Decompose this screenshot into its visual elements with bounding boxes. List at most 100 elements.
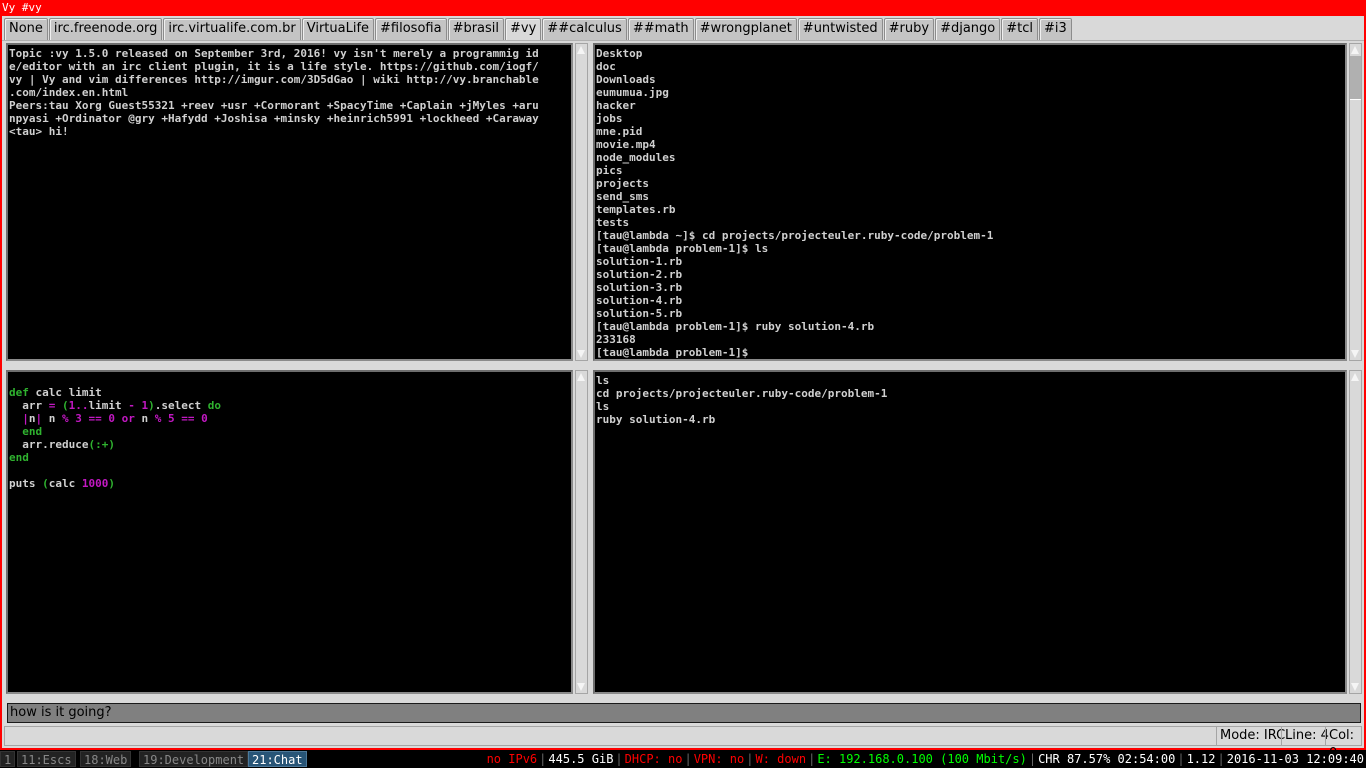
- workspace-button[interactable]: 11:Escs: [17, 751, 76, 767]
- workspace-button[interactable]: 18:Web: [80, 751, 132, 767]
- text-line: Peers:tau Xorg Guest55321 +reev +usr +Co…: [9, 99, 539, 112]
- text-line: doc: [596, 60, 616, 73]
- status-separator: |: [1177, 752, 1185, 766]
- tab-divider: [2, 40, 1364, 41]
- text-line: Desktop: [596, 47, 643, 60]
- status-separator: |: [615, 752, 623, 766]
- text-line: eumumua.jpg: [596, 86, 669, 99]
- code-scrollbar[interactable]: [575, 370, 588, 694]
- text-line: pics: [596, 164, 623, 177]
- status-separator: |: [808, 752, 816, 766]
- scroll-down-icon[interactable]: [1350, 681, 1361, 693]
- scroll-down-icon[interactable]: [576, 681, 587, 693]
- shell-pane[interactable]: Desktop doc Downloads eumumua.jpg hacker jobs…: [593, 43, 1347, 361]
- status-item: 1.12: [1186, 752, 1216, 766]
- tab-brasil[interactable]: #brasil: [447, 18, 505, 40]
- status-separator: |: [1217, 752, 1225, 766]
- irc-pane[interactable]: Topic :vy 1.5.0 released on September 3r…: [6, 43, 573, 361]
- tab-virtualife[interactable]: VirtuaLife: [301, 18, 375, 40]
- tab-none[interactable]: None: [4, 18, 48, 40]
- code-token: 3: [75, 412, 82, 425]
- tab-irc-virtualife-com-br[interactable]: irc.virtualife.com.br: [163, 18, 301, 40]
- status-item: CHR 87.57% 02:54:00: [1038, 752, 1176, 766]
- text-line: .com/index.en.html: [9, 86, 129, 99]
- code-text: def calc limit arr = (1..limit - 1).sele…: [8, 372, 571, 490]
- command-input[interactable]: [10, 705, 1360, 720]
- code-token: ): [148, 399, 155, 412]
- code-token: arr.reduce: [9, 438, 89, 451]
- tab-untwisted[interactable]: #untwisted: [797, 18, 883, 40]
- code-pane[interactable]: def calc limit arr = (1..limit - 1).sele…: [6, 370, 573, 694]
- text-line: node_modules: [596, 151, 676, 164]
- code-token: .select: [154, 399, 208, 412]
- code-token: 0: [201, 412, 208, 425]
- code-token: n: [28, 412, 36, 425]
- tab-ruby[interactable]: #ruby: [883, 18, 935, 40]
- text-line: 233168: [596, 333, 636, 346]
- text-line: [tau@lambda ~]$ cd projects/projecteuler…: [596, 229, 994, 242]
- irc-scrollbar[interactable]: [575, 43, 588, 361]
- code-token: puts: [9, 477, 43, 490]
- code-token: n: [42, 412, 62, 425]
- code-token: (:+): [88, 438, 115, 451]
- tab-wrongplanet[interactable]: #wrongplanet: [694, 18, 797, 40]
- tab-django[interactable]: #django: [935, 18, 1001, 40]
- text-line: movie.mp4: [596, 138, 656, 151]
- workspace-button[interactable]: 1: [0, 751, 16, 767]
- text-line: ruby solution-4.rb: [596, 413, 716, 426]
- tab-filosofia[interactable]: #filosofia: [375, 18, 447, 40]
- scroll-thumb[interactable]: [1350, 56, 1361, 100]
- tab-i3[interactable]: #i3: [1038, 18, 1072, 40]
- code-line: end: [8, 425, 571, 438]
- i3-status-bar: 1 11:Escs 18:Web 19:Development 21:Chat no I…: [0, 750, 1366, 768]
- code-token: 5: [168, 412, 175, 425]
- code-token: ==: [88, 412, 102, 425]
- code-token: do: [207, 399, 221, 412]
- workspace-button[interactable]: 19:Development: [139, 751, 249, 767]
- mode-indicator: Mode: IRC: [1216, 727, 1288, 745]
- tab-tcl[interactable]: #tcl: [1001, 18, 1038, 40]
- scroll-down-icon[interactable]: [576, 348, 587, 360]
- code-token: end: [9, 451, 29, 464]
- status-item: DHCP: no: [624, 752, 683, 766]
- text-line: ls: [596, 400, 610, 413]
- text-line: cd projects/projecteuler.ruby-code/probl…: [596, 387, 888, 400]
- code-token: (: [62, 399, 69, 412]
- code-line: arr = (1..limit - 1).select do: [8, 399, 571, 412]
- code-line: def calc limit: [8, 386, 571, 399]
- shell-scrollbar[interactable]: [1349, 43, 1362, 361]
- history-text: ls cd projects/projecteuler.ruby-code/pro…: [595, 372, 1345, 426]
- text-line: projects: [596, 177, 649, 190]
- code-token: %: [62, 412, 69, 425]
- tab-math[interactable]: ##math: [627, 18, 694, 40]
- scroll-up-icon[interactable]: [1350, 371, 1361, 383]
- scroll-up-icon[interactable]: [1350, 44, 1361, 56]
- tab-irc-freenode-org[interactable]: irc.freenode.org: [48, 18, 163, 40]
- window-title: Vy #vy: [0, 0, 1366, 16]
- code-line: |n| n % 3 == 0 or n % 5 == 0: [8, 412, 571, 425]
- history-pane[interactable]: ls cd projects/projecteuler.ruby-code/pro…: [593, 370, 1347, 694]
- status-separator: |: [684, 752, 692, 766]
- client-area: None irc.freenode.org irc.virtualife.com.b…: [2, 16, 1364, 761]
- history-scrollbar[interactable]: [1349, 370, 1362, 694]
- irc-text: Topic :vy 1.5.0 released on September 3r…: [8, 45, 571, 138]
- command-input-box[interactable]: [7, 703, 1361, 723]
- text-line: templates.rb: [596, 203, 676, 216]
- system-status: no IPv6 | 445.5 GiB | DHCP: no | VPN: no | W: do…: [487, 750, 1364, 768]
- text-line: vy | Vy and vim differences http://imgur…: [9, 73, 539, 86]
- status-separator: |: [1028, 752, 1037, 766]
- text-line: solution-3.rb: [596, 281, 683, 294]
- scroll-down-icon[interactable]: [1350, 348, 1361, 360]
- scroll-up-icon[interactable]: [576, 44, 587, 56]
- tab-vy[interactable]: #vy: [505, 18, 542, 40]
- workspace-button[interactable]: 21:Chat: [248, 751, 307, 767]
- code-line: puts (calc 1000): [8, 477, 571, 490]
- scroll-up-icon[interactable]: [576, 371, 587, 383]
- tab-calculus[interactable]: ##calculus: [542, 18, 627, 40]
- text-line: [tau@lambda problem-1]$ ls: [596, 242, 769, 255]
- code-token: n: [134, 412, 155, 425]
